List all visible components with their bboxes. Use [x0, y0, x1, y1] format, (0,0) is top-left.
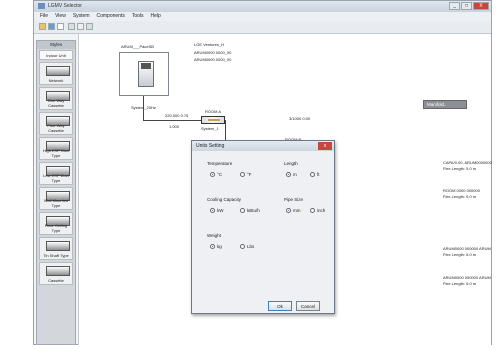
- menu-system[interactable]: System: [73, 12, 90, 21]
- radio-selected-icon: [286, 172, 291, 177]
- outdoor-info-3: ARUM0000 0000_00: [194, 57, 232, 62]
- note-text: ARUM0000 000000 ARUM: [443, 246, 491, 251]
- menu-help[interactable]: Help: [151, 12, 161, 21]
- ok-button[interactable]: Ok: [268, 301, 292, 311]
- title-bar: LGMV Selector _ □ X: [34, 1, 491, 12]
- minimize-button[interactable]: _: [449, 2, 460, 10]
- radio-icon: [240, 172, 245, 177]
- note-text: Flex Length: 5.0 m: [443, 281, 477, 286]
- menu-components[interactable]: Components: [96, 12, 124, 21]
- temperature-celsius-radio[interactable]: °C: [210, 172, 222, 177]
- open-icon[interactable]: [39, 23, 46, 30]
- cancel-button[interactable]: Cancel: [296, 301, 320, 311]
- network-icon: [46, 66, 70, 76]
- undo-icon[interactable]: [68, 23, 75, 30]
- palette-item-floor-ceiling[interactable]: Floor Ceiling Type: [39, 212, 73, 235]
- window-title: LGMV Selector: [48, 3, 82, 9]
- radio-selected-icon: [210, 208, 215, 213]
- palette-item-tin-shaft[interactable]: Tin Shaft Type: [39, 237, 73, 260]
- cassette-icon: [46, 266, 70, 276]
- dialog-title: Units Setting: [192, 141, 334, 151]
- note-text: Flex Length: 5.0 m: [443, 252, 477, 257]
- manifold-tag[interactable]: Manifold..: [423, 100, 467, 109]
- menu-file[interactable]: File: [40, 12, 48, 21]
- radio-icon: [310, 172, 315, 177]
- note-text: ARUM0000 000000 ARUM: [443, 275, 491, 280]
- pipe-line: [143, 120, 205, 121]
- right-label: 3/1000 0.00: [289, 116, 311, 121]
- radio-selected-icon: [210, 244, 215, 249]
- cooling-kbtu-radio[interactable]: kBtu/h: [240, 208, 260, 213]
- radio-icon: [240, 244, 245, 249]
- palette-item-indoor-unit[interactable]: Indoor Unit: [39, 50, 73, 60]
- outdoor-info-2: ARUM0000 0000_00: [194, 50, 232, 55]
- radio-selected-icon: [210, 172, 215, 177]
- units-setting-dialog: Units Setting x Temperature °C °F Length…: [191, 140, 335, 314]
- palette-item-wall-mounted[interactable]: Wall Mounted Type: [39, 187, 73, 210]
- joint-sub: System_1: [201, 126, 219, 131]
- weight-lbs-radio[interactable]: Lbs: [240, 244, 254, 249]
- save-icon[interactable]: [48, 23, 55, 30]
- note-text: ROOM 0000 000000: [443, 188, 480, 193]
- temperature-fahrenheit-radio[interactable]: °F: [240, 172, 252, 177]
- fan-icon: [141, 63, 151, 69]
- note-text: Flex Length: 5.0 m: [443, 194, 477, 199]
- redo-icon[interactable]: [77, 23, 84, 30]
- branch-joint[interactable]: [201, 116, 225, 124]
- outdoor-unit-label: ARUM___PaceSB: [121, 44, 154, 49]
- weight-label: Weight: [207, 233, 221, 238]
- window-controls: _ □ X: [449, 2, 489, 10]
- cooling-kw-radio[interactable]: kW: [210, 208, 224, 213]
- app-icon: [38, 3, 45, 9]
- close-button[interactable]: X: [473, 2, 489, 10]
- pipe-line: [143, 96, 144, 120]
- outdoor-info-1: LGE Ventures_H: [194, 42, 225, 47]
- length-ft-radio[interactable]: ft: [310, 172, 320, 177]
- pipe-inch-radio[interactable]: inch: [310, 208, 325, 213]
- joint-name: ROOM A: [205, 109, 222, 114]
- pipe-mm-radio[interactable]: mm: [286, 208, 301, 213]
- palette-item-four-way-cassette[interactable]: Four Way Cassette: [39, 112, 73, 135]
- component-palette: Styles Indoor Unit Network One Way Casse…: [36, 40, 76, 345]
- new-icon[interactable]: [57, 23, 64, 30]
- cooling-capacity-label: Cooling Capacity: [207, 197, 242, 202]
- note-text: Flex Length: 5.0 m: [443, 166, 477, 171]
- palette-item-low-esp-duct[interactable]: Low ESP Duct Type: [39, 162, 73, 185]
- tin-shaft-icon: [46, 241, 70, 251]
- palette-item-cassette[interactable]: Cassette: [39, 262, 73, 285]
- dialog-close-button[interactable]: x: [318, 142, 332, 150]
- pipe-label: 220,000 0.75: [165, 113, 189, 118]
- maximize-button[interactable]: □: [461, 2, 472, 10]
- pipe-label: 1.000: [169, 124, 180, 129]
- temperature-label: Temperature: [207, 161, 233, 166]
- palette-item-high-esp-duct[interactable]: High ESP Duct Type: [39, 137, 73, 160]
- radio-icon: [310, 208, 315, 213]
- palette-item-network[interactable]: Network: [39, 62, 73, 85]
- outdoor-unit[interactable]: [119, 52, 169, 96]
- pipe-size-label: Pipe Size: [284, 197, 304, 202]
- radio-selected-icon: [286, 208, 291, 213]
- palette-item-one-way-cassette[interactable]: One Way Cassette: [39, 87, 73, 110]
- menu-view[interactable]: View: [55, 12, 66, 21]
- palette-header: Styles: [37, 41, 75, 49]
- note-text: CAPA/0.00, ARUM0000000: [443, 160, 492, 165]
- toolbar: [34, 21, 491, 34]
- length-m-radio[interactable]: m: [286, 172, 297, 177]
- print-icon[interactable]: [86, 23, 93, 30]
- menu-bar: File View System Components Tools Help: [34, 12, 491, 21]
- radio-icon: [240, 208, 245, 213]
- menu-tools[interactable]: Tools: [132, 12, 144, 21]
- weight-kg-radio[interactable]: kg: [210, 244, 222, 249]
- length-label: Length: [284, 161, 298, 166]
